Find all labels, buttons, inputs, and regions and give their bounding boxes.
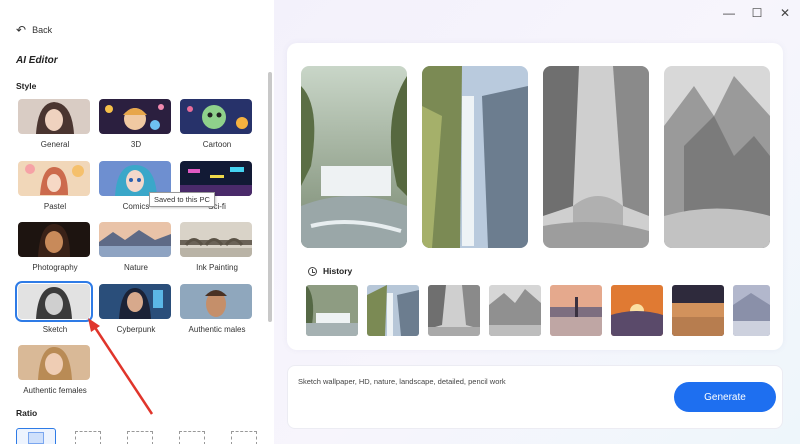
style-thumbnail [18, 345, 90, 380]
result-image[interactable] [422, 66, 528, 248]
style-label: Pastel [43, 202, 67, 211]
style-thumbnail-selected [15, 281, 93, 322]
style-thumbnail [180, 222, 252, 257]
style-label: Authentic males [188, 325, 246, 334]
result-image[interactable] [543, 66, 649, 248]
history-thumbnail[interactable] [611, 285, 663, 336]
saved-tooltip: Saved to this PC [149, 192, 215, 207]
ratio-option[interactable] [68, 428, 108, 444]
ratio-options [16, 428, 264, 444]
style-section-title: Style [16, 81, 37, 91]
style-thumbnail [18, 222, 90, 257]
back-arrow-icon: ↶ [16, 23, 27, 37]
style-label: Cyberpunk [116, 325, 156, 334]
style-item-nature[interactable]: Nature [99, 222, 173, 272]
ratio-option[interactable] [224, 428, 264, 444]
generate-button[interactable]: Generate [674, 382, 776, 412]
ratio-option[interactable] [172, 428, 212, 444]
history-thumbnail[interactable] [428, 285, 480, 336]
style-item-3d[interactable]: 3D [99, 99, 173, 149]
style-item-authentic-females[interactable]: Authentic females [18, 345, 92, 395]
style-item-general[interactable]: General [18, 99, 92, 149]
style-item-ink-painting[interactable]: Ink Painting [180, 222, 254, 272]
style-item-authentic-males[interactable]: Authentic males [180, 284, 254, 334]
prompt-input[interactable]: Sketch wallpaper, HD, nature, landscape,… [298, 377, 506, 386]
ratio-option-selected[interactable] [16, 428, 56, 444]
back-label: Back [32, 25, 53, 35]
history-thumbnail[interactable] [489, 285, 541, 336]
history-thumbnail[interactable] [306, 285, 358, 336]
history-thumbnail[interactable] [367, 285, 419, 336]
clock-icon [308, 266, 317, 276]
style-label: Sketch [42, 325, 68, 334]
prompt-box[interactable]: Sketch wallpaper, HD, nature, landscape,… [287, 365, 783, 429]
history-header: History [308, 266, 352, 276]
style-label: Photography [32, 263, 78, 272]
style-thumbnail [99, 161, 171, 196]
sidebar: ↶ Back AI Editor Style General 3D Cartoo… [0, 0, 274, 444]
style-label: Cartoon [202, 140, 232, 149]
style-item-pastel[interactable]: Pastel [18, 161, 92, 211]
style-thumbnail [99, 99, 171, 134]
page-title: AI Editor [16, 55, 58, 66]
close-icon[interactable]: ✕ [778, 6, 792, 20]
style-thumbnail [180, 284, 252, 319]
style-thumbnail [180, 99, 252, 134]
style-label: Nature [123, 263, 148, 272]
style-label: 3D [130, 140, 142, 149]
ratio-option[interactable] [120, 428, 160, 444]
result-image[interactable] [664, 66, 770, 248]
style-label: Authentic females [23, 386, 87, 395]
result-image[interactable] [301, 66, 407, 248]
maximize-icon[interactable]: ☐ [750, 6, 764, 20]
style-thumbnail [180, 161, 252, 196]
style-item-sketch[interactable]: Sketch [15, 281, 93, 334]
style-item-cyberpunk[interactable]: Cyberpunk [99, 284, 173, 334]
style-label: General [40, 140, 70, 149]
history-label: History [323, 266, 353, 276]
minimize-icon[interactable]: — [722, 6, 736, 20]
history-thumbnail[interactable] [672, 285, 724, 336]
style-item-photography[interactable]: Photography [18, 222, 92, 272]
style-item-cartoon[interactable]: Cartoon [180, 99, 254, 149]
window-controls: — ☐ ✕ [722, 6, 792, 20]
style-label: Ink Painting [196, 263, 238, 272]
style-thumbnail [18, 99, 90, 134]
style-thumbnail [99, 222, 171, 257]
style-thumbnail [18, 161, 90, 196]
sidebar-scrollbar[interactable] [268, 72, 272, 322]
history-thumbnail[interactable] [550, 285, 602, 336]
history-thumbnail[interactable] [733, 285, 770, 336]
ratio-section-title: Ratio [16, 408, 38, 418]
back-button[interactable]: ↶ Back [16, 24, 52, 36]
style-thumbnail [99, 284, 171, 319]
